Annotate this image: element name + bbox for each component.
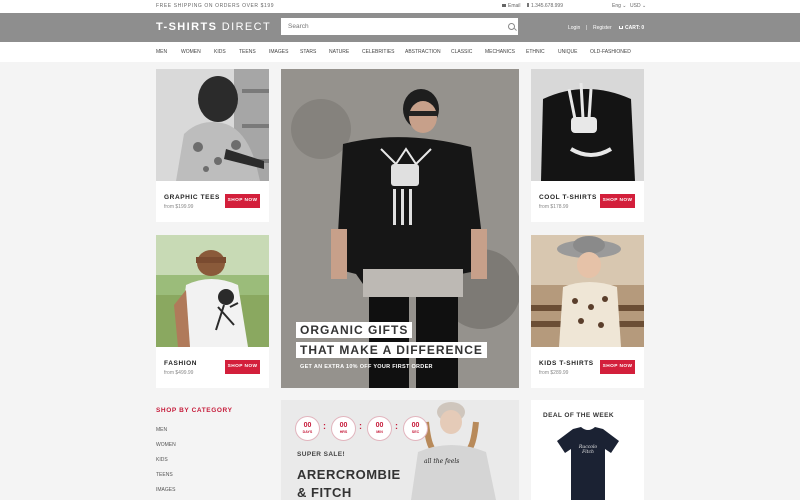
countdown-separator: :: [359, 421, 362, 431]
header-separator: |: [586, 25, 588, 31]
nav-item-celebrities[interactable]: CELEBRITIES: [362, 49, 395, 55]
product-image[interactable]: [531, 69, 644, 181]
nav-item-images[interactable]: IMAGES: [269, 49, 288, 55]
hero-subtext: GET AN EXTRA 10% OFF YOUR FIRST ORDER: [300, 364, 433, 370]
hero-headline-1: ORGANIC GIFTS: [296, 322, 413, 338]
nav-item-classic[interactable]: CLASSIC: [451, 49, 472, 55]
countdown-separator: :: [395, 421, 398, 431]
sale-banner[interactable]: all the feels 00 DAYS : 00 HRS : 00 MIN …: [281, 400, 519, 500]
site-header: T-SHIRTS DIRECT Login | Register CART: 0: [0, 13, 800, 42]
nav-item-women[interactable]: WOMEN: [181, 49, 201, 55]
language-select[interactable]: Eng ⌄: [612, 3, 627, 9]
sweater-print: all the feels: [424, 458, 460, 465]
shop-now-button[interactable]: SHOP NOW: [600, 194, 635, 208]
deal-title: DEAL OF THE WEEK: [543, 412, 614, 419]
hero-banner[interactable]: ORGANIC GIFTS THAT MAKE A DIFFERENCE GET…: [281, 69, 519, 388]
deal-tshirt-image[interactable]: [555, 425, 621, 500]
product-price: from $178.99: [539, 204, 569, 210]
phone-link[interactable]: 1.345.678.999: [527, 3, 563, 9]
nav-item-abstraction[interactable]: ABSTRACTION: [405, 49, 441, 55]
cart-button[interactable]: CART: 0: [619, 25, 644, 31]
nav-item-stars[interactable]: STARS: [300, 49, 316, 55]
product-title: FASHION: [164, 360, 198, 367]
nav-item-nature[interactable]: NATURE: [329, 49, 349, 55]
nav-item-kids[interactable]: KIDS: [214, 49, 226, 55]
stay-wild-tee-photo: [531, 69, 644, 181]
woman-in-white-tee-photo: [156, 235, 269, 347]
shipping-notice: FREE SHIPPING ON ORDERS OVER $199: [156, 3, 275, 9]
product-card[interactable]: COOL T-SHIRTS from $178.99 SHOP NOW: [531, 69, 644, 222]
product-card[interactable]: FASHION from $499.99 SHOP NOW: [156, 235, 269, 388]
product-price: from $199.99: [164, 204, 194, 210]
sale-label: SUPER SALE!: [297, 451, 346, 458]
nav-item-mechanics[interactable]: MECHANICS: [485, 49, 515, 55]
nav-item-old-fashioned[interactable]: OLD-FASHIONED: [590, 49, 631, 55]
category-nav: MEN WOMEN KIDS TEENS IMAGES STARS NATURE…: [0, 42, 800, 62]
countdown-days: 00 DAYS: [295, 416, 320, 441]
product-title: KIDS T-SHIRTS: [539, 360, 594, 367]
sale-brand-line1: ARERCROMBIE: [297, 467, 401, 482]
nav-item-men[interactable]: MEN: [156, 49, 167, 55]
product-image[interactable]: [156, 69, 269, 181]
deal-of-week-card[interactable]: DEAL OF THE WEEK Ruccolo Fitch: [531, 400, 644, 500]
nav-item-ethnic[interactable]: ETHNIC: [526, 49, 545, 55]
sidebar-item-women[interactable]: WOMEN: [156, 442, 176, 448]
phone-icon: [527, 3, 529, 7]
shop-now-button[interactable]: SHOP NOW: [225, 194, 260, 208]
countdown-minutes: 00 MIN: [367, 416, 392, 441]
top-bar: FREE SHIPPING ON ORDERS OVER $199 Email …: [0, 0, 800, 13]
register-link[interactable]: Register: [593, 25, 612, 31]
hero-headline-2: THAT MAKE A DIFFERENCE: [296, 342, 487, 358]
product-price: from $289.99: [539, 370, 569, 376]
currency-select[interactable]: USD ⌄: [630, 3, 646, 9]
product-title: COOL T-SHIRTS: [539, 194, 597, 201]
product-card[interactable]: KIDS T-SHIRTS from $289.99 SHOP NOW: [531, 235, 644, 388]
hero-model-photo: [281, 69, 519, 388]
search-input[interactable]: [281, 18, 518, 35]
login-link[interactable]: Login: [568, 25, 580, 31]
woman-sweater-photo: [411, 402, 496, 500]
countdown-separator: :: [323, 421, 326, 431]
email-link[interactable]: Email: [502, 3, 521, 9]
sale-brand-line2: & FITCH: [297, 485, 352, 500]
logo[interactable]: T-SHIRTS DIRECT: [156, 21, 271, 33]
deal-shirt-print: Ruccolo Fitch: [578, 445, 598, 455]
chevron-down-icon: ⌄: [641, 3, 647, 9]
sidebar-item-kids[interactable]: KIDS: [156, 457, 168, 463]
man-in-floral-shirt-photo: [156, 69, 269, 181]
kid-with-hat-photo: [531, 235, 644, 347]
chevron-down-icon: ⌄: [622, 3, 627, 9]
countdown-hours: 00 HRS: [331, 416, 356, 441]
nav-item-unique[interactable]: UNIQUE: [558, 49, 577, 55]
sidebar-item-images[interactable]: IMAGES: [156, 487, 175, 493]
product-price: from $499.99: [164, 370, 194, 376]
shop-now-button[interactable]: SHOP NOW: [225, 360, 260, 374]
shop-now-button[interactable]: SHOP NOW: [600, 360, 635, 374]
sidebar-item-men[interactable]: MEN: [156, 427, 167, 433]
envelope-icon: [502, 4, 506, 7]
product-image[interactable]: [531, 235, 644, 347]
search-icon[interactable]: [508, 23, 515, 30]
product-card[interactable]: GRAPHIC TEES from $199.99 SHOP NOW: [156, 69, 269, 222]
cart-icon: [619, 26, 623, 29]
nav-item-teens[interactable]: TEENS: [239, 49, 256, 55]
countdown-seconds: 00 SEC: [403, 416, 428, 441]
sidebar-title: SHOP BY CATEGORY: [156, 407, 233, 414]
sidebar-item-teens[interactable]: TEENS: [156, 472, 173, 478]
product-title: GRAPHIC TEES: [164, 194, 220, 201]
product-image[interactable]: [156, 235, 269, 347]
